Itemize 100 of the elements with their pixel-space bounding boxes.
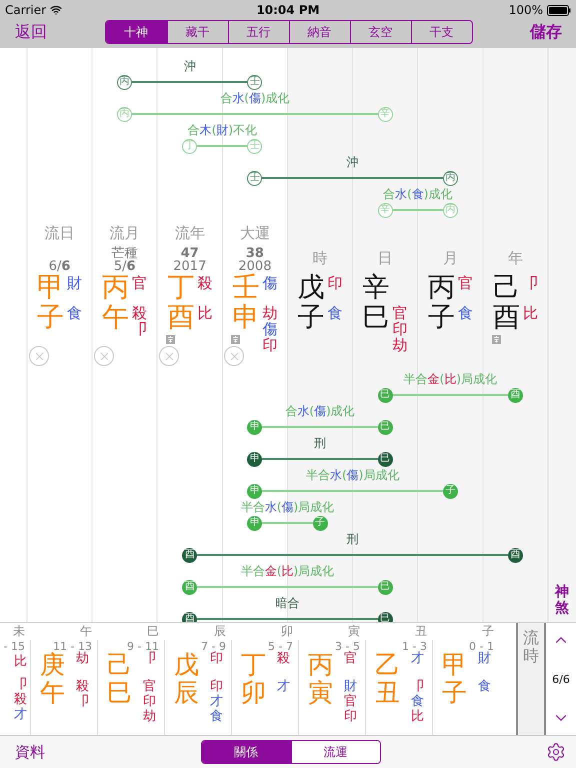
god-label: 卩	[522, 275, 538, 291]
hour-branch-label: 寅	[347, 623, 361, 640]
hour-range: 9 - 11	[126, 640, 160, 653]
relation-node: 辛	[378, 202, 393, 218]
stem-char: 丁	[167, 273, 194, 303]
carrier-label: Carrier	[5, 3, 46, 17]
back-button[interactable]: 返回	[15, 22, 47, 42]
pillar-date: 5/6	[114, 260, 136, 273]
god-label: 官	[344, 694, 358, 709]
view-tab[interactable]: 玄空	[350, 21, 410, 43]
relation-label: 刑	[314, 436, 326, 450]
relation-node: 酉	[182, 548, 198, 562]
god-label: 傷	[262, 321, 278, 337]
god-label: 食	[411, 694, 425, 709]
branch-char: 辰	[174, 679, 200, 707]
remove-button[interactable]	[29, 346, 49, 366]
view-tab[interactable]: 十神	[106, 21, 166, 43]
god-label: 傷	[262, 275, 278, 291]
god-label: 比	[14, 654, 27, 669]
god-label: 食	[210, 709, 224, 724]
relation-node: 子	[312, 516, 328, 530]
god-label: 卩	[132, 321, 148, 337]
god-label: 比	[522, 305, 538, 321]
god-label: 殺	[197, 275, 212, 291]
hour-branch-label: 巳	[146, 623, 160, 640]
stem-char: 丙	[428, 273, 455, 303]
god-label: 食	[478, 679, 492, 694]
relation-label: 合水(食)成化	[383, 187, 452, 201]
pillar-date: 6/6	[48, 260, 70, 273]
stem-char: 庚	[40, 651, 66, 679]
relation-node: 壬	[247, 138, 262, 154]
god-label: 官	[132, 275, 148, 291]
god-label: 食	[328, 305, 343, 321]
god-label: 殺	[132, 305, 148, 321]
relation-label: 合水(傷)成化	[285, 404, 355, 418]
god-label: 印	[392, 321, 408, 337]
relation-node: 酉	[508, 388, 523, 402]
settings-button[interactable]	[546, 742, 566, 762]
relation-node: 巳	[378, 580, 393, 594]
page-indicator: 6/6	[552, 672, 570, 686]
view-tab[interactable]: 藏干	[166, 21, 228, 43]
remove-button[interactable]	[94, 346, 114, 366]
stem-char: 辛	[362, 273, 390, 303]
pillar-title: 年	[508, 248, 523, 268]
relation-node: 酉	[182, 580, 198, 594]
relation-label: 半合水(傷)局成化	[306, 468, 400, 482]
god-label: 印	[328, 275, 343, 291]
save-button[interactable]: 儲存	[530, 22, 562, 42]
god-label: 印	[210, 651, 224, 666]
branch-char: 子	[37, 303, 64, 333]
info-button[interactable]: 資料	[15, 742, 75, 762]
hour-branch-label: 午	[79, 623, 93, 640]
hour-range: - 15	[2, 640, 26, 654]
branch-char: 申	[232, 303, 260, 333]
pillar-date: 38	[246, 247, 264, 260]
branch-char: 巳	[362, 303, 390, 333]
mode-tab[interactable]: 流運	[290, 741, 380, 763]
clock-time: 10:04 PM	[256, 3, 320, 17]
relation-label: 合水(傷)成化	[220, 91, 290, 105]
pillar-date: 47	[180, 247, 199, 260]
view-tab[interactable]: 納音	[288, 21, 350, 43]
hours-tab[interactable]: 流時	[516, 623, 546, 735]
relation-node: 申	[247, 484, 262, 498]
spirits-button[interactable]: 神煞	[554, 585, 570, 616]
remove-button[interactable]	[224, 346, 244, 366]
relation-node: 巳	[378, 388, 393, 402]
view-tab[interactable]: 五行	[228, 21, 288, 43]
pillar-title: 大運	[240, 223, 270, 243]
god-label: 食	[458, 305, 473, 321]
remove-button[interactable]	[159, 346, 180, 366]
hour-branch-label: 子	[481, 623, 495, 640]
mode-tab[interactable]: 關係	[202, 741, 290, 763]
stem-char: 丙	[102, 273, 130, 303]
pillar-date: 芒種	[112, 247, 138, 260]
pillar-title: 流日	[44, 223, 75, 243]
relation-label: 半合金(比)局成化	[240, 564, 334, 578]
view-tab[interactable]: 干支	[410, 21, 472, 43]
stem-char: 乙	[375, 651, 401, 679]
relation-label: 沖	[184, 59, 196, 73]
god-label: 官	[458, 275, 473, 291]
relation-node: 酉	[182, 612, 198, 622]
relation-label: 沖	[346, 155, 359, 169]
god-label: 財	[478, 651, 492, 666]
relation-node: 丙	[117, 106, 132, 122]
relation-node: 辛	[378, 106, 393, 122]
god-label: 財	[344, 679, 358, 694]
relation-label: 半合水(傷)局成化	[240, 500, 334, 514]
god-label: 比	[197, 305, 212, 321]
stem-char: 甲	[442, 651, 468, 679]
god-label: 印	[344, 709, 358, 724]
stem-char: 己	[492, 273, 520, 303]
stem-char: 戊	[298, 273, 325, 303]
god-label: 印	[262, 337, 278, 353]
branch-char: 酉	[167, 303, 194, 333]
branch-char: 卯	[241, 679, 267, 707]
relation-node: 丙	[117, 74, 132, 90]
relation-node: 子	[442, 484, 458, 498]
relation-node: 申	[247, 452, 262, 466]
hour-range: 1 - 3	[401, 640, 428, 653]
hour-branch-label: 丑	[414, 623, 428, 640]
